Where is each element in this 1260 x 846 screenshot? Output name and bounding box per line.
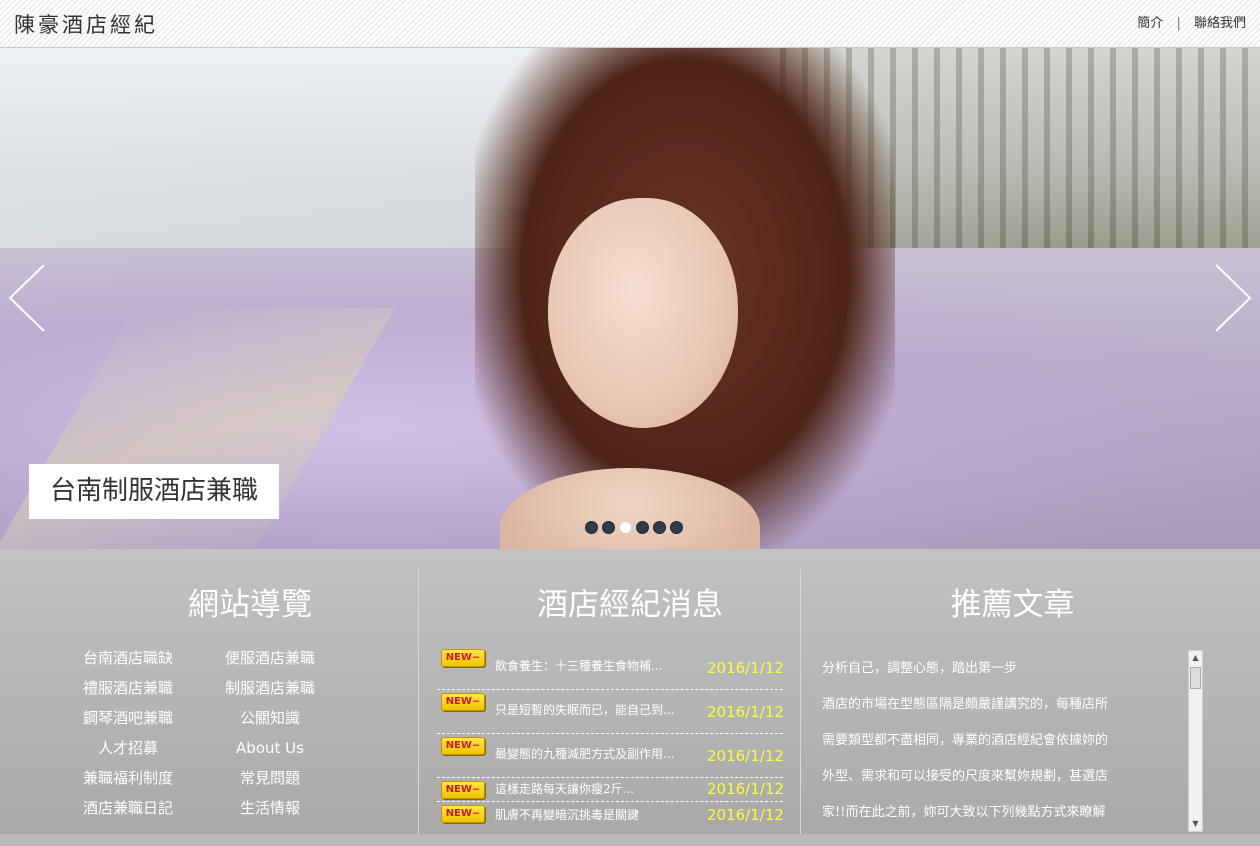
news-list: NEW~ 飲食養生：十三種養生食物補... 2016/1/12 NEW~ 只是短…	[437, 646, 784, 846]
site-nav-link[interactable]: 禮服酒店兼職	[72, 681, 184, 711]
site-logo[interactable]: 陳豪酒店經紀	[14, 9, 158, 39]
site-header: 陳豪酒店經紀 簡介 | 聯絡我們	[0, 0, 1260, 48]
slider-dot-3[interactable]	[619, 521, 632, 534]
scroll-thumb[interactable]	[1190, 667, 1201, 689]
chevron-right-icon	[1215, 264, 1252, 332]
site-nav-link[interactable]: About Us	[214, 741, 326, 771]
article-line: 家!!而在此之前，妳可大致以下列幾點方式來瞭解	[822, 805, 1106, 820]
slider-dot-4[interactable]	[636, 521, 649, 534]
site-nav-link[interactable]: 台南酒店職缺	[72, 651, 184, 681]
news-item-title[interactable]: 只是短暫的失眠而已，能自己到...	[495, 703, 693, 718]
news-item-title[interactable]: 這樣走路每天讓你瘦2斤...	[495, 782, 693, 797]
slider-pagination	[585, 521, 683, 534]
slider-prev-button[interactable]	[6, 263, 48, 333]
article-line: 外型、需求和可以接受的尺度來幫妳規劃，甚選店	[822, 769, 1109, 784]
article-heading[interactable]: 分析自己，調整心態，踏出第一步	[822, 651, 1182, 687]
news-item-date: 2016/1/12	[707, 780, 784, 798]
nav-link-contact[interactable]: 聯絡我們	[1194, 16, 1246, 31]
news-item[interactable]: NEW~ 肌膚不再變暗沉挑毒是關鍵 2016/1/12	[437, 802, 784, 846]
new-badge: NEW~	[441, 649, 485, 667]
news-item[interactable]: NEW~ 只是短暫的失眠而已，能自己到... 2016/1/12	[437, 690, 784, 734]
site-nav-link[interactable]: 人才招募	[72, 741, 184, 771]
articles-title: 推薦文章	[950, 587, 1075, 623]
nav-link-about[interactable]: 簡介	[1137, 16, 1163, 31]
site-nav-link[interactable]: 兼職福利制度	[72, 771, 184, 801]
site-nav-link[interactable]: 鋼琴酒吧兼職	[72, 711, 184, 741]
new-badge: NEW~	[441, 693, 485, 711]
site-nav-link[interactable]: 生活情報	[214, 801, 326, 831]
site-nav-link[interactable]: 酒店兼職日記	[72, 801, 184, 831]
slider-dot-6[interactable]	[670, 521, 683, 534]
news-item-date: 2016/1/12	[707, 659, 784, 677]
recommended-article: 分析自己，調整心態，踏出第一步 酒店的市場在型態區隔是頗嚴謹講究的，每種店所 需…	[822, 651, 1182, 831]
news-item-date: 2016/1/12	[707, 703, 784, 721]
site-nav-title: 網站導覽	[188, 587, 312, 623]
site-nav-link[interactable]: 制服酒店兼職	[214, 681, 326, 711]
slide-caption[interactable]: 台南制服酒店兼職	[29, 464, 280, 519]
slider-dot-2[interactable]	[602, 521, 615, 534]
article-line: 需要類型都不盡相同，專業的酒店經紀會依據妳的	[822, 733, 1109, 748]
news-item-title[interactable]: 最變態的九種減肥方式及副作用...	[495, 747, 693, 762]
news-item[interactable]: NEW~ 飲食養生：十三種養生食物補... 2016/1/12	[437, 646, 784, 690]
top-nav: 簡介 | 聯絡我們	[1137, 12, 1246, 31]
news-title: 酒店經紀消息	[537, 587, 723, 623]
hero-image-face	[548, 198, 738, 428]
chevron-left-icon	[8, 264, 45, 332]
hero-slider: 台南制服酒店兼職	[0, 48, 1260, 549]
content-area: 網站導覽 酒店經紀消息 推薦文章 台南酒店職缺 禮服酒店兼職 鋼琴酒吧兼職 人才…	[0, 549, 1260, 834]
article-scrollbar[interactable]: ▲ ▼	[1188, 650, 1203, 832]
site-nav-link[interactable]: 公關知識	[214, 711, 326, 741]
new-badge: NEW~	[441, 805, 485, 823]
column-divider	[800, 569, 801, 834]
slider-next-button[interactable]	[1212, 263, 1254, 333]
news-item[interactable]: NEW~ 最變態的九種減肥方式及副作用... 2016/1/12	[437, 734, 784, 778]
news-item-title[interactable]: 飲食養生：十三種養生食物補...	[495, 659, 693, 674]
slider-dot-5[interactable]	[653, 521, 666, 534]
new-badge: NEW~	[441, 781, 485, 799]
scroll-down-icon[interactable]: ▼	[1189, 817, 1202, 831]
scroll-up-icon[interactable]: ▲	[1189, 651, 1202, 665]
column-divider	[418, 569, 419, 834]
site-nav-left: 台南酒店職缺 禮服酒店兼職 鋼琴酒吧兼職 人才招募 兼職福利制度 酒店兼職日記	[72, 651, 184, 831]
news-item-title[interactable]: 肌膚不再變暗沉挑毒是關鍵	[495, 808, 693, 823]
nav-separator: |	[1176, 16, 1181, 31]
article-line: 酒店的市場在型態區隔是頗嚴謹講究的，每種店所	[822, 697, 1109, 712]
new-badge: NEW~	[441, 737, 485, 755]
site-nav-link[interactable]: 常見問題	[214, 771, 326, 801]
site-nav-right: 便服酒店兼職 制服酒店兼職 公關知識 About Us 常見問題 生活情報	[214, 651, 326, 831]
news-item-date: 2016/1/12	[707, 747, 784, 765]
news-item-date: 2016/1/12	[707, 806, 784, 824]
news-item[interactable]: NEW~ 這樣走路每天讓你瘦2斤... 2016/1/12	[437, 778, 784, 802]
site-nav-link[interactable]: 便服酒店兼職	[214, 651, 326, 681]
slider-dot-1[interactable]	[585, 521, 598, 534]
